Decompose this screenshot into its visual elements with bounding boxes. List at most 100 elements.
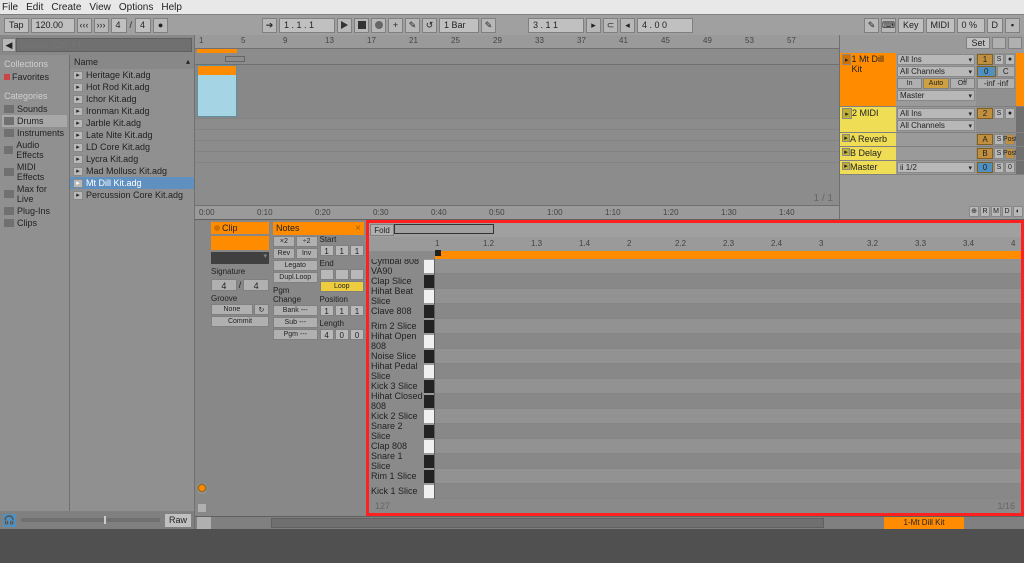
start-bar[interactable]: 1 [320, 245, 334, 256]
clip-header[interactable]: Clip [211, 222, 269, 234]
midi-map-button[interactable]: MIDI [926, 18, 955, 33]
play-button[interactable] [337, 18, 352, 33]
overdub-icon[interactable]: + [388, 18, 403, 33]
menu-view[interactable]: View [89, 2, 111, 13]
drum-pad-label[interactable]: Hihat Beat Slice [369, 289, 434, 304]
file-item[interactable]: ▸Hot Rod Kit.adg [70, 81, 194, 93]
send-a-1[interactable]: 0 [977, 66, 996, 77]
solo-1[interactable]: S [994, 54, 1004, 65]
info-view-icon[interactable] [197, 517, 211, 529]
tempo-field[interactable]: 120.00 [31, 18, 75, 33]
note-lane[interactable] [435, 349, 1021, 364]
cue-master[interactable]: 0 [1005, 162, 1015, 173]
loop-icon[interactable]: ⊂ [603, 18, 618, 33]
arr-track-2-lane[interactable] [195, 119, 839, 130]
track-name-1[interactable]: ▸1 Mt Dill Kit [840, 53, 896, 106]
notes-close-icon[interactable] [355, 223, 361, 234]
io-toggle-icon[interactable]: ⊕ [969, 206, 979, 217]
master-out[interactable]: ii 1/2 [897, 162, 975, 173]
inv-button[interactable]: Inv [296, 248, 318, 259]
sub-field[interactable]: Sub --- [273, 317, 318, 328]
note-lane[interactable] [435, 469, 1021, 484]
reenable-icon[interactable]: ↺ [422, 18, 437, 33]
pos-16th[interactable]: 1 [350, 305, 364, 316]
cat-plugins[interactable]: Plug-Ins [2, 205, 67, 217]
track-header-master[interactable]: ▸Master ii 1/2 0S0 [840, 161, 1024, 175]
file-item[interactable]: ▸Late Nite Kit.adg [70, 129, 194, 141]
delay-toggle-icon[interactable]: D [1002, 206, 1012, 217]
input-type-2[interactable]: All Ins [897, 108, 975, 119]
computer-midi-icon[interactable]: ⌨ [881, 18, 896, 33]
track-header-2[interactable]: ▸2 MIDI All Ins All Channels 2S● [840, 107, 1024, 133]
monitor-in-1[interactable]: In [897, 78, 922, 89]
browser-collapse-icon[interactable]: ◀ [2, 38, 16, 52]
d2-button[interactable]: ÷2 [296, 236, 318, 247]
file-item[interactable]: ▸Lycra Kit.adg [70, 153, 194, 165]
post-a[interactable]: Post [1005, 134, 1015, 145]
pgm-field[interactable]: Pgm --- [273, 329, 318, 340]
track-header-1[interactable]: ▸1 Mt Dill Kit All Ins All Channels InAu… [840, 53, 1024, 107]
arrangement-ruler[interactable]: 159131721252933374145495357 [195, 35, 839, 49]
pan-1[interactable]: C [997, 66, 1016, 77]
input-type-1[interactable]: All Ins [897, 54, 975, 65]
input-channel-1[interactable]: All Channels [897, 66, 975, 77]
quantize-menu[interactable]: 1 Bar [439, 18, 479, 33]
notes-header[interactable]: Notes [273, 222, 364, 235]
file-item[interactable]: ▸Percussion Core Kit.adg [70, 189, 194, 201]
drum-pad-label[interactable]: Hihat Pedal Slice [369, 364, 434, 379]
file-item[interactable]: ▸Ichor Kit.adg [70, 93, 194, 105]
solo-master[interactable]: S [994, 162, 1004, 173]
bank-field[interactable]: Bank --- [273, 305, 318, 316]
note-lane[interactable] [435, 439, 1021, 454]
sig-denominator[interactable]: 4 [135, 18, 151, 33]
note-lane[interactable] [435, 274, 1021, 289]
len-bar[interactable]: 4 [320, 329, 334, 340]
record-button[interactable] [371, 18, 386, 33]
pos-beat[interactable]: 1 [335, 305, 349, 316]
track-activator-a[interactable]: A [977, 134, 993, 145]
track-name-delay[interactable]: ▸B Delay [840, 147, 896, 160]
cat-midi-effects[interactable]: MIDI Effects [2, 161, 67, 183]
note-lane[interactable] [435, 454, 1021, 469]
track-name-reverb[interactable]: ▸A Reverb [840, 133, 896, 146]
next-locator-icon[interactable] [1008, 37, 1022, 49]
output-1[interactable]: Master [897, 90, 975, 101]
note-lane[interactable] [435, 289, 1021, 304]
prev-locator-icon[interactable] [992, 37, 1006, 49]
raw-button[interactable]: Raw [164, 513, 192, 528]
menu-file[interactable]: File [2, 2, 18, 13]
track-activator-b[interactable]: B [977, 148, 993, 159]
crossfade-toggle-icon[interactable]: ◐ [1013, 206, 1023, 217]
arr-track-reverb-lane[interactable] [195, 130, 839, 141]
loop-toggle[interactable]: Loop [320, 281, 365, 292]
vol-1[interactable]: -inf -inf [977, 78, 1015, 89]
groove-selector[interactable]: None [211, 304, 253, 315]
note-lane[interactable] [435, 409, 1021, 424]
metronome-icon[interactable]: ● [153, 18, 168, 33]
note-lane[interactable] [435, 334, 1021, 349]
status-track-display[interactable]: 1-Mt Dill Kit [884, 517, 964, 529]
note-lane[interactable] [435, 424, 1021, 439]
time-ruler[interactable]: 0:000:100:200:300:400:501:001:101:201:30… [195, 205, 839, 219]
stop-button[interactable] [354, 18, 369, 33]
punch-in-icon[interactable]: ▸ [586, 18, 601, 33]
groove-hotswap-icon[interactable]: ↻ [254, 304, 269, 315]
arr-track-delay-lane[interactable] [195, 141, 839, 152]
note-lane[interactable] [435, 319, 1021, 334]
tap-button[interactable]: Tap [4, 18, 29, 33]
loop-start[interactable]: 3 . 1 1 [528, 18, 584, 33]
note-lane[interactable] [435, 484, 1021, 499]
track-header-delay[interactable]: ▸B Delay BSPost [840, 147, 1024, 161]
tempo-nudge-up-icon[interactable]: ››› [94, 18, 109, 33]
end-bar[interactable] [320, 269, 334, 280]
len-beat[interactable]: 0 [335, 329, 349, 340]
track-activator-2[interactable]: 2 [977, 108, 993, 119]
cat-audio-effects[interactable]: Audio Effects [2, 139, 67, 161]
track-header-reverb[interactable]: ▸A Reverb ASPost [840, 133, 1024, 147]
drum-pad-label[interactable]: Clave 808 [369, 304, 434, 319]
device-view-icon[interactable] [198, 484, 206, 492]
duploop-button[interactable]: Dupl.Loop [273, 272, 318, 283]
note-lane[interactable] [435, 379, 1021, 394]
solo-2[interactable]: S [994, 108, 1004, 119]
tempo-nudge-down-icon[interactable]: ‹‹‹ [77, 18, 92, 33]
